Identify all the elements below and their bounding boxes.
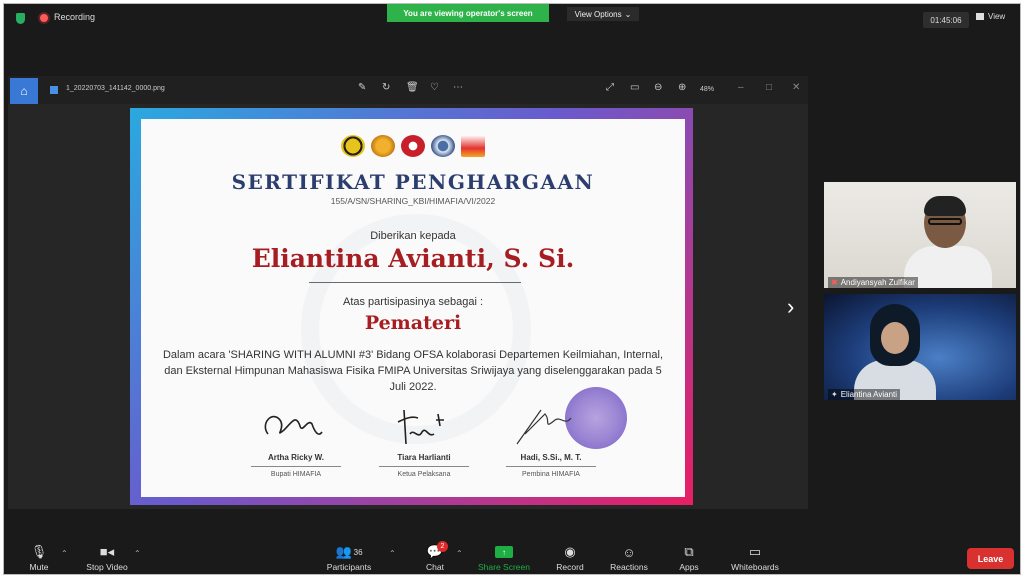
participant-name-label: ✖ Andiyansyah Zulfikar	[828, 277, 918, 288]
signature-block: Artha Ricky W. Bupati HIMAFIA	[241, 404, 351, 484]
participation-label: Atas partisipasinya sebagai :	[342, 296, 484, 308]
grid-icon	[976, 13, 984, 20]
caret-up-icon[interactable]: ⌃	[134, 549, 141, 558]
certificate-number: 155/A/SN/SHARING_KBI/HIMAFIA/VI/2022	[330, 196, 496, 206]
zoom-in-icon[interactable]: ⊕	[678, 82, 686, 93]
zoom-out-icon[interactable]: ⊖	[654, 82, 662, 93]
participants-count: 36	[353, 547, 363, 557]
participant-hair	[924, 196, 966, 216]
rotate-icon[interactable]: ↻	[382, 82, 390, 93]
recording-label: Recording	[54, 12, 96, 22]
video-camera-icon: ■◂	[99, 544, 115, 559]
minimize-icon[interactable]: –	[738, 82, 744, 93]
zoom-window: Recording You are viewing operator's scr…	[3, 3, 1021, 575]
event-logo-icon	[461, 135, 485, 157]
viewer-toolbar: ⌂ 1_20220703_141142_0000.png ✎ ↻ 🗑 ♡ ⋯ ⤢…	[8, 76, 808, 104]
apps-button[interactable]: ⧉ Apps	[654, 544, 724, 572]
viewing-banner: You are viewing operator's screen	[387, 4, 549, 22]
expand-icon[interactable]: ⤢	[606, 82, 614, 93]
participant-name: Andiyansyah Zulfikar	[840, 278, 915, 287]
maximize-icon[interactable]: □	[766, 82, 772, 93]
share-screen-button[interactable]: ↑ Share Screen	[469, 544, 539, 572]
signer-role: Ketua Pelaksana	[397, 471, 451, 478]
apps-icon: ⧉	[684, 544, 694, 559]
participant-tile[interactable]: ✦ Eliantina Avianti	[824, 294, 1016, 400]
signer-name: Tiara Harlianti	[397, 453, 451, 462]
view-label: View	[988, 12, 1006, 21]
chat-unread-badge: 2	[437, 541, 448, 552]
mute-label: Mute	[29, 562, 49, 572]
whiteboard-icon: ▭	[748, 544, 762, 559]
whiteboards-button[interactable]: ▭ Whiteboards	[720, 544, 790, 572]
signer-name: Artha Ricky W.	[267, 453, 324, 462]
signer-role: Pembina HIMAFIA	[522, 471, 580, 478]
signature-3-icon	[516, 409, 572, 445]
share-screen-icon: ↑	[495, 546, 513, 558]
signature-line	[506, 466, 596, 467]
security-shield-icon[interactable]	[16, 13, 25, 24]
leave-button[interactable]: Leave	[967, 548, 1014, 569]
certificate-title: SERTIFIKAT PENGHARGAAN	[231, 170, 595, 194]
home-button[interactable]: ⌂	[10, 78, 38, 104]
recording-icon	[40, 14, 48, 22]
meeting-timer: 01:45:06	[923, 12, 969, 28]
himafia-logo-icon	[401, 135, 425, 157]
department-logo-icon	[431, 135, 455, 157]
next-page-arrow-icon[interactable]: ›	[787, 294, 794, 320]
signature-block: Tiara Harlianti Ketua Pelaksana	[369, 404, 479, 484]
signer-role: Bupati HIMAFIA	[270, 471, 322, 478]
recipient-name: Eliantina Avianti, S. Si.	[251, 244, 575, 273]
participants-label: Participants	[326, 562, 372, 572]
name-underline	[309, 282, 521, 283]
participants-icon: 👥	[335, 544, 352, 559]
view-options-label: View Options	[574, 9, 622, 19]
edit-icon[interactable]: ✎	[358, 82, 366, 93]
view-button[interactable]: View	[976, 12, 1005, 21]
microphone-icon: 🎙	[30, 544, 48, 559]
participant-name-label: ✦ Eliantina Avianti	[828, 389, 901, 400]
delete-icon[interactable]: 🗑	[406, 82, 419, 93]
close-icon[interactable]: ✕	[792, 82, 800, 93]
certificate-body: SERTIFIKAT PENGHARGAAN 155/A/SN/SHARING_…	[141, 119, 685, 497]
participant-tile[interactable]: ✖ Andiyansyah Zulfikar	[824, 182, 1016, 288]
recipient-role: Pemateri	[364, 312, 462, 334]
favorite-icon[interactable]: ♡	[430, 82, 439, 93]
certificate-image: SERTIFIKAT PENGHARGAAN 155/A/SN/SHARING_…	[130, 108, 693, 505]
caret-up-icon[interactable]: ⌃	[389, 549, 396, 558]
stop-video-button[interactable]: ■◂ Stop Video	[72, 544, 142, 572]
signer-name: Hadi, S.Si., M. T.	[520, 453, 582, 462]
slideshow-icon[interactable]: ▭	[630, 82, 639, 93]
university-logo-icon	[341, 135, 365, 157]
home-icon: ⌂	[20, 84, 28, 98]
participants-button[interactable]: 👥 36 Participants	[314, 544, 384, 572]
given-to-label: Diberikan kepada	[370, 230, 456, 242]
caret-up-icon[interactable]: ⌃	[456, 549, 463, 558]
image-file-icon	[50, 86, 58, 94]
participant-name: Eliantina Avianti	[840, 390, 898, 399]
signature-line	[251, 466, 341, 467]
share-screen-label: Share Screen	[478, 562, 530, 572]
chat-label: Chat	[426, 562, 444, 572]
reactions-icon: ☺	[622, 544, 636, 560]
viewer-filename: 1_20220703_141142_0000.png	[66, 85, 165, 92]
mic-icon: ✦	[831, 390, 838, 399]
caret-up-icon[interactable]: ⌃	[61, 549, 68, 558]
apps-label: Apps	[679, 562, 699, 572]
signature-1-icon	[264, 415, 323, 435]
view-options-button[interactable]: View Options ⌄	[567, 7, 639, 21]
more-icon[interactable]: ⋯	[453, 82, 463, 93]
signature-line	[379, 466, 469, 467]
whiteboards-label: Whiteboards	[731, 562, 779, 572]
stop-video-label: Stop Video	[86, 562, 128, 572]
signature-2-icon	[397, 409, 444, 445]
record-icon: ◉	[564, 544, 576, 559]
faculty-logo-icon	[371, 135, 395, 157]
logo-row	[141, 135, 685, 157]
chevron-down-icon: ⌄	[624, 9, 632, 19]
zoom-level: 48%	[700, 86, 715, 93]
participant-glasses	[928, 218, 962, 225]
participant-face	[881, 322, 909, 354]
mic-muted-icon: ✖	[831, 278, 838, 287]
signature-block: Hadi, S.Si., M. T. Pembina HIMAFIA	[496, 404, 606, 484]
